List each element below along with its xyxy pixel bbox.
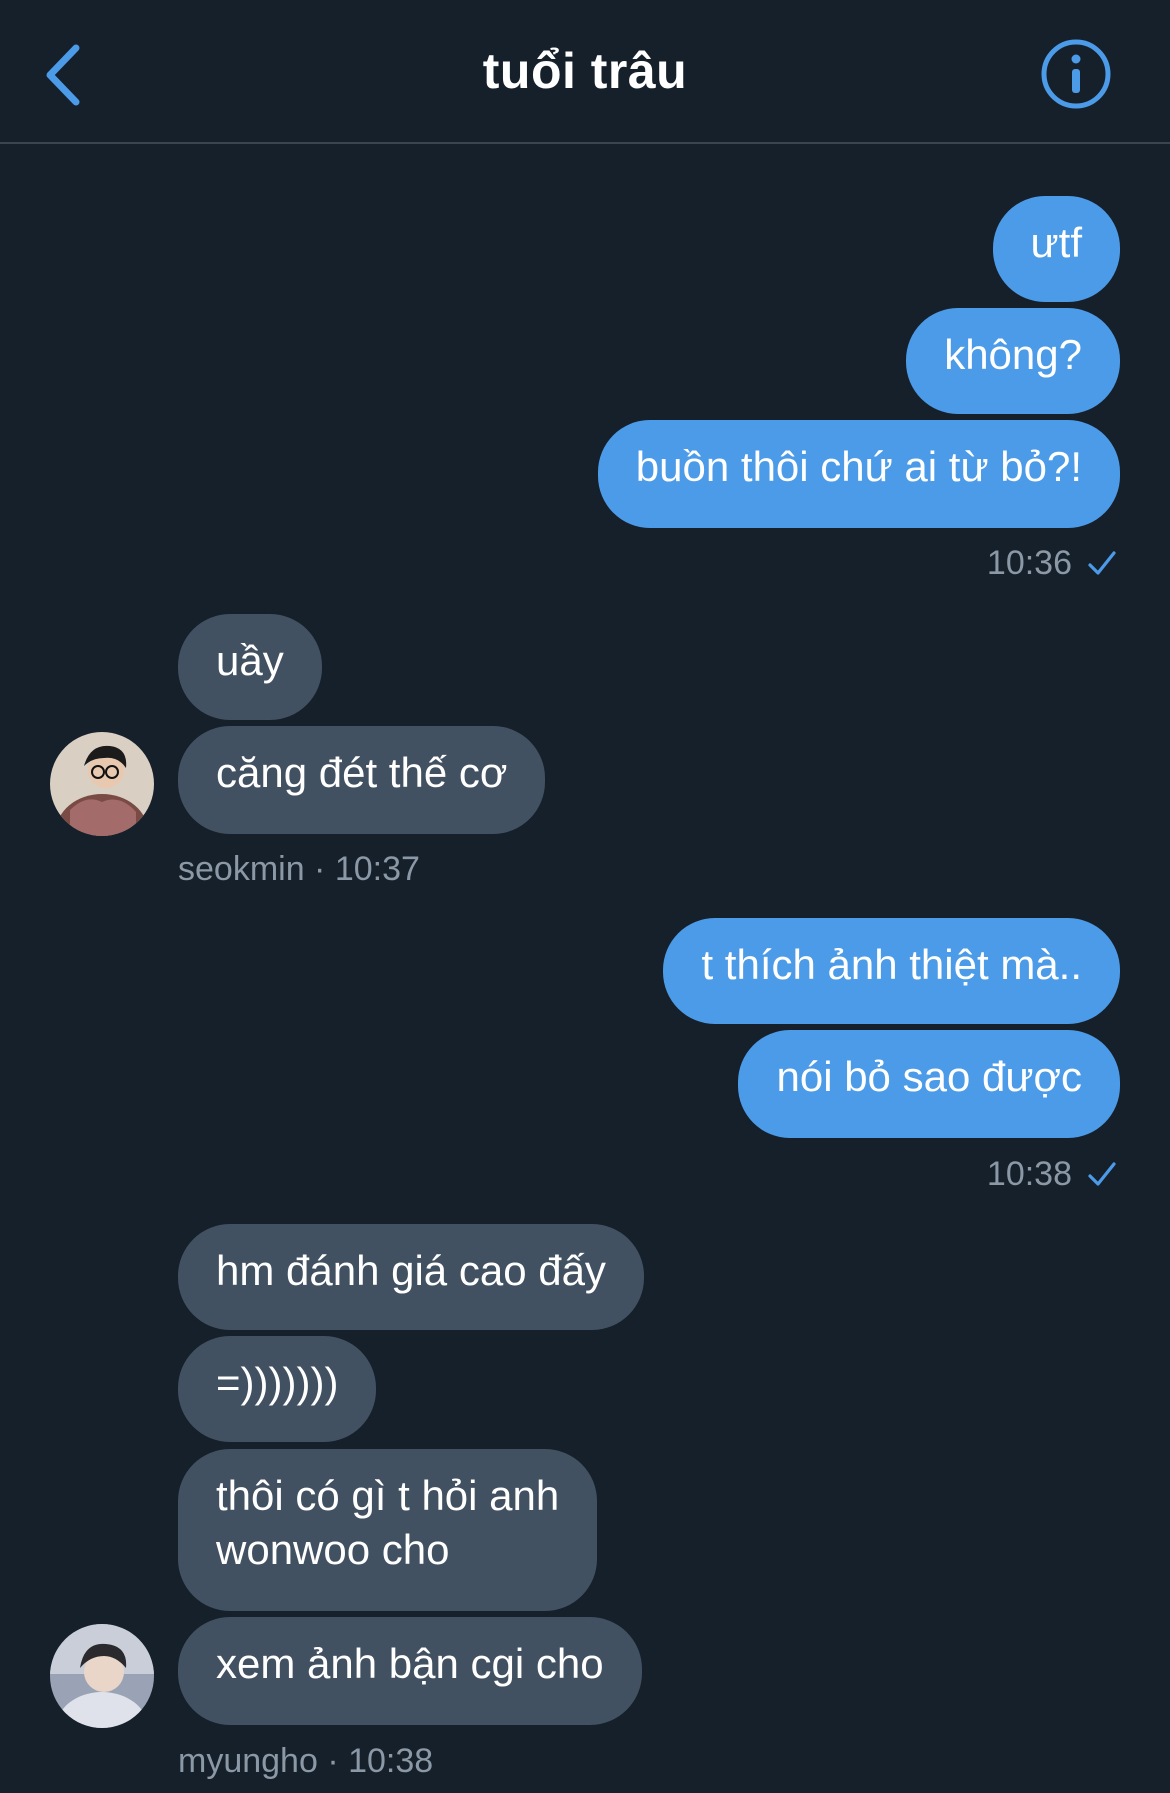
incoming-message[interactable]: thôi có gì t hỏi anh wonwoo cho xyxy=(178,1449,598,1611)
incoming-message[interactable]: uầy xyxy=(178,614,322,720)
message-text: buồn thôi chứ ai từ bỏ?! xyxy=(635,443,1082,490)
message-text: hm đánh giá cao đấy xyxy=(216,1247,606,1294)
sender-meta: seokmin · 10:37 xyxy=(178,850,420,888)
avatar-image xyxy=(50,732,154,836)
outgoing-message[interactable]: không? xyxy=(906,308,1120,414)
outgoing-message[interactable]: buồn thôi chứ ai từ bỏ?! xyxy=(597,420,1120,528)
sender-meta: myungho · 10:38 xyxy=(178,1742,434,1780)
avatar-image xyxy=(50,1624,154,1728)
chat-header: tuổi trâu xyxy=(0,0,1170,144)
incoming-message[interactable]: xem ảnh bận cgi cho xyxy=(178,1617,642,1725)
message-timestamp: 10:36 xyxy=(986,544,1072,582)
conversation-title: tuổi trâu xyxy=(482,43,688,99)
sent-check-icon xyxy=(1088,1162,1116,1186)
info-circle-icon[interactable] xyxy=(1040,38,1112,110)
message-text: t thích ảnh thiệt mà.. xyxy=(701,941,1082,988)
message-text: =))))))) xyxy=(216,1359,339,1406)
incoming-message[interactable]: hm đánh giá cao đấy xyxy=(178,1224,644,1330)
message-text: uầy xyxy=(216,637,284,684)
message-timestamp: 10:38 xyxy=(986,1155,1072,1193)
message-text: nói bỏ sao được xyxy=(776,1053,1082,1100)
outgoing-message[interactable]: t thích ảnh thiệt mà.. xyxy=(663,918,1120,1024)
message-text-line: wonwoo cho xyxy=(216,1526,450,1573)
avatar[interactable] xyxy=(50,1624,154,1728)
avatar[interactable] xyxy=(50,732,154,836)
message-text: ưtf xyxy=(1030,219,1082,266)
sent-check-icon xyxy=(1088,551,1116,575)
outgoing-message[interactable]: nói bỏ sao được xyxy=(738,1030,1120,1138)
incoming-message[interactable]: căng đét thế cơ xyxy=(178,726,546,834)
message-text: không? xyxy=(944,331,1082,378)
incoming-message[interactable]: =))))))) xyxy=(178,1336,377,1442)
outgoing-message[interactable]: ưtf xyxy=(992,196,1120,302)
message-text: xem ảnh bận cgi cho xyxy=(216,1640,604,1687)
message-text-line: thôi có gì t hỏi anh xyxy=(216,1472,560,1519)
message-text: căng đét thế cơ xyxy=(216,749,508,796)
